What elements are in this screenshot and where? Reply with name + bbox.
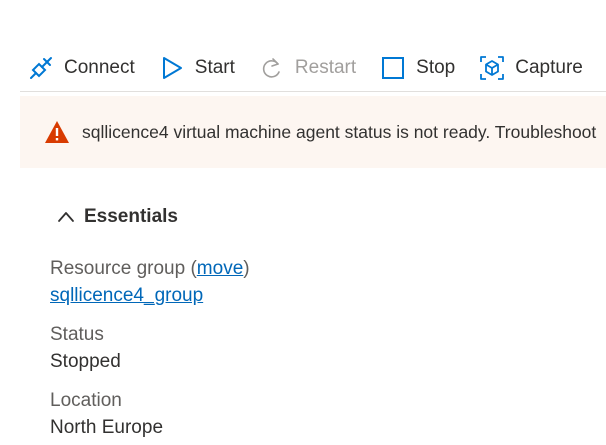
resource-group-label: Resource group ( [50, 258, 197, 279]
location-value: North Europe [50, 417, 164, 438]
warning-icon [45, 121, 69, 143]
stop-label: Stop [416, 56, 456, 78]
connect-button[interactable]: Connect [28, 44, 135, 91]
capture-icon [479, 55, 505, 81]
stop-icon [380, 55, 406, 81]
capture-button[interactable]: Capture [479, 44, 583, 91]
essentials-title: Essentials [84, 206, 178, 227]
plug-icon [28, 55, 54, 81]
location-field: Location North Europe [50, 387, 163, 441]
warning-message: sqllicence4 virtual machine agent status… [82, 121, 597, 142]
resource-group-close: ) [243, 258, 250, 279]
stop-button[interactable]: Stop [380, 44, 455, 91]
start-label: Start [194, 56, 235, 78]
chevron-up-icon [58, 212, 74, 222]
command-bar: Connect Start Restart Stop Capture [20, 44, 606, 92]
capture-label: Capture [515, 56, 583, 78]
restart-button[interactable]: Restart [259, 44, 356, 91]
status-label: Status [50, 324, 104, 345]
essentials-toggle[interactable]: Essentials [56, 206, 178, 228]
connect-label: Connect [64, 56, 135, 78]
start-button[interactable]: Start [159, 44, 235, 91]
status-value: Stopped [50, 351, 121, 372]
restart-icon [259, 55, 285, 81]
resource-group-key: Resource group (move) [50, 255, 250, 282]
status-field: Status Stopped [50, 321, 121, 375]
warning-banner[interactable]: sqllicence4 virtual machine agent status… [20, 96, 606, 168]
play-icon [159, 55, 185, 81]
resource-group-field: Resource group (move) sqllicence4_group [50, 255, 250, 309]
restart-label: Restart [294, 56, 357, 78]
move-link[interactable]: move [197, 258, 243, 279]
resource-group-link[interactable]: sqllicence4_group [50, 285, 203, 306]
location-label: Location [50, 390, 122, 411]
